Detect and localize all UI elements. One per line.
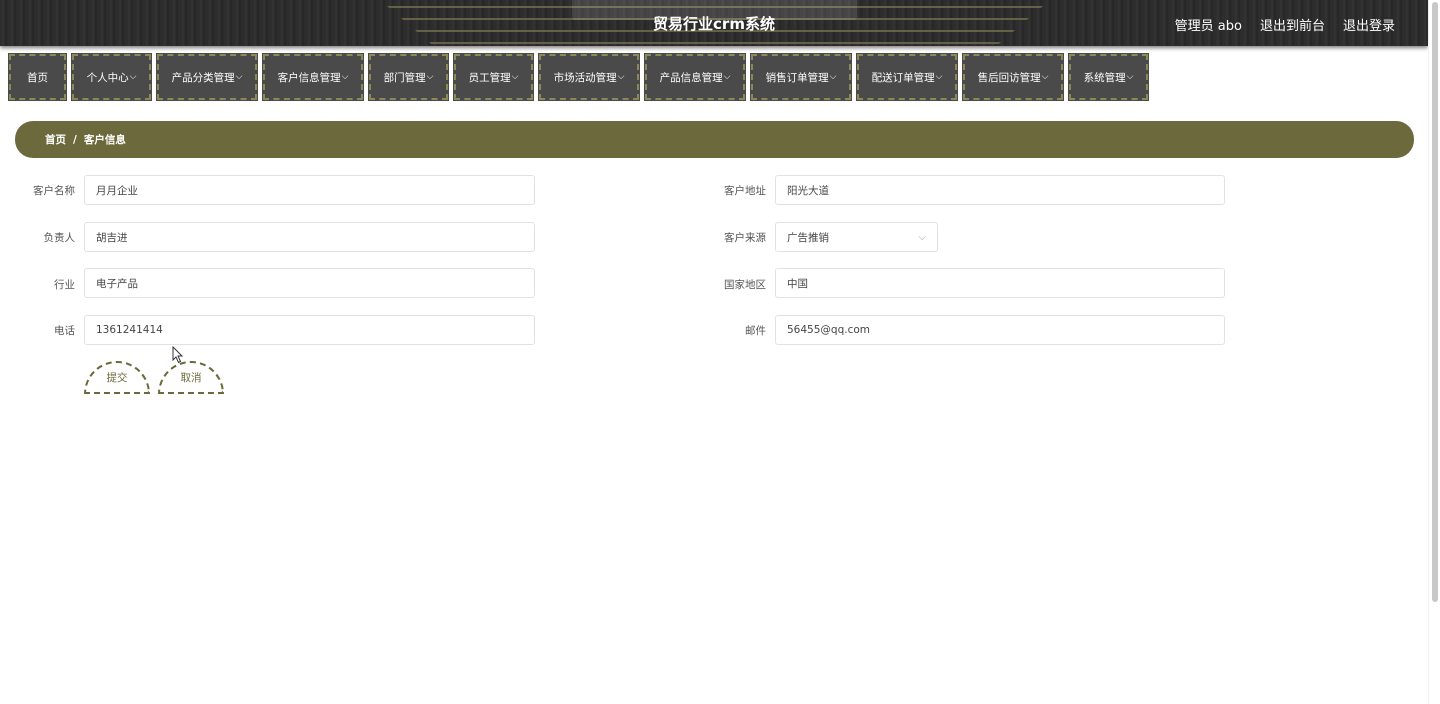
owner-input[interactable]: 胡吉进 [84,222,535,252]
header-user-area: 管理员 abo 退出到前台 退出登录 [1175,15,1395,34]
nav-item-label: 部门管理 [383,71,426,84]
customer-source-value: 广告推销 [787,231,829,244]
email-label: 邮件 [745,325,766,337]
chevron-down-icon: ⌵ [1041,72,1049,82]
industry-label: 行业 [54,279,75,291]
chevron-down-icon: ⌵ [935,72,943,82]
chevron-down-icon: ⌵ [129,72,137,82]
nav-item-label: 员工管理 [468,71,511,84]
nav-item-home[interactable]: 首页 [8,53,67,101]
customer-name-label: 客户名称 [33,185,75,197]
chevron-down-icon: ⌵ [1126,72,1134,82]
chevron-down-icon: ⌵ [829,72,837,82]
customer-address-input[interactable]: 阳光大道 [775,175,1225,205]
nav-item-delivery-order[interactable]: 配送订单管理 ⌵ [856,53,958,101]
back-to-front-link[interactable]: 退出到前台 [1260,15,1325,34]
nav-item-system[interactable]: 系统管理 ⌵ [1068,53,1149,101]
breadcrumb-current: 客户信息 [83,134,126,146]
customer-address-value: 阳光大道 [787,184,829,197]
main-nav: 首页 个人中心 ⌵ 产品分类管理 ⌵ 客户信息管理 ⌵ 部门管理 ⌵ 员工管理 ⌵ 市场活… [8,53,1149,101]
chevron-down-icon: ⌵ [511,72,519,82]
nav-item-label: 产品信息管理 [659,71,723,84]
nav-item-employee[interactable]: 员工管理 ⌵ [453,53,534,101]
chevron-down-icon: ⌵ [723,72,731,82]
nav-item-product-category[interactable]: 产品分类管理 ⌵ [156,53,258,101]
customer-source-label: 客户来源 [724,232,766,244]
nav-item-personal-center[interactable]: 个人中心 ⌵ [71,53,152,101]
customer-source-select[interactable]: 广告推销 ⌵ [775,222,938,252]
mouse-cursor-icon [172,346,184,364]
email-value: 56455@qq.com [787,324,870,336]
nav-item-after-sales[interactable]: 售后回访管理 ⌵ [962,53,1064,101]
nav-item-marketing[interactable]: 市场活动管理 ⌵ [538,53,640,101]
nav-item-product-info[interactable]: 产品信息管理 ⌵ [644,53,746,101]
admin-label: 管理员 abo [1174,19,1242,34]
email-input[interactable]: 56455@qq.com [775,315,1225,345]
nav-item-label: 系统管理 [1083,71,1126,84]
nav-item-label: 产品分类管理 [171,71,235,84]
nav-item-label: 客户信息管理 [277,71,341,84]
breadcrumb-separator: / [73,133,77,146]
nav-item-label: 个人中心 [86,71,129,84]
submit-button[interactable]: 提交 [84,361,150,394]
country-region-label: 国家地区 [724,279,766,291]
owner-value: 胡吉进 [96,231,128,244]
nav-item-department[interactable]: 部门管理 ⌵ [368,53,449,101]
phone-label: 电话 [54,325,75,337]
breadcrumb-home[interactable]: 首页 [45,132,66,147]
owner-label: 负责人 [43,232,76,244]
customer-address-label: 客户地址 [724,185,766,197]
nav-item-label: 配送订单管理 [871,71,935,84]
chevron-down-icon: ⌵ [341,72,349,82]
page-scrollbar[interactable] [1428,0,1440,704]
nav-item-label: 销售订单管理 [765,71,829,84]
nav-item-label: 首页 [27,71,48,84]
chevron-down-icon: ⌵ [918,231,926,243]
industry-input[interactable]: 电子产品 [84,268,535,298]
phone-value: 1361241414 [96,324,163,336]
scrollbar-thumb[interactable] [1432,2,1438,602]
cancel-button[interactable]: 取消 [158,361,224,394]
industry-value: 电子产品 [96,277,138,290]
customer-name-value: 月月企业 [96,184,138,197]
country-region-input[interactable]: 中国 [775,268,1225,298]
country-region-value: 中国 [787,277,808,290]
nav-item-sales-order[interactable]: 销售订单管理 ⌵ [750,53,852,101]
breadcrumb: 首页 / 客户信息 [15,121,1414,158]
chevron-down-icon: ⌵ [426,72,434,82]
nav-item-label: 市场活动管理 [553,71,617,84]
nav-item-label: 售后回访管理 [977,71,1041,84]
chevron-down-icon: ⌵ [235,72,243,82]
nav-item-customer-info[interactable]: 客户信息管理 ⌵ [262,53,364,101]
chevron-down-icon: ⌵ [617,72,625,82]
customer-name-input[interactable]: 月月企业 [84,175,535,205]
top-header: 贸易行业crm系统 管理员 abo 退出到前台 退出登录 [0,0,1428,46]
logout-link[interactable]: 退出登录 [1343,15,1395,34]
phone-input[interactable]: 1361241414 [84,315,535,345]
